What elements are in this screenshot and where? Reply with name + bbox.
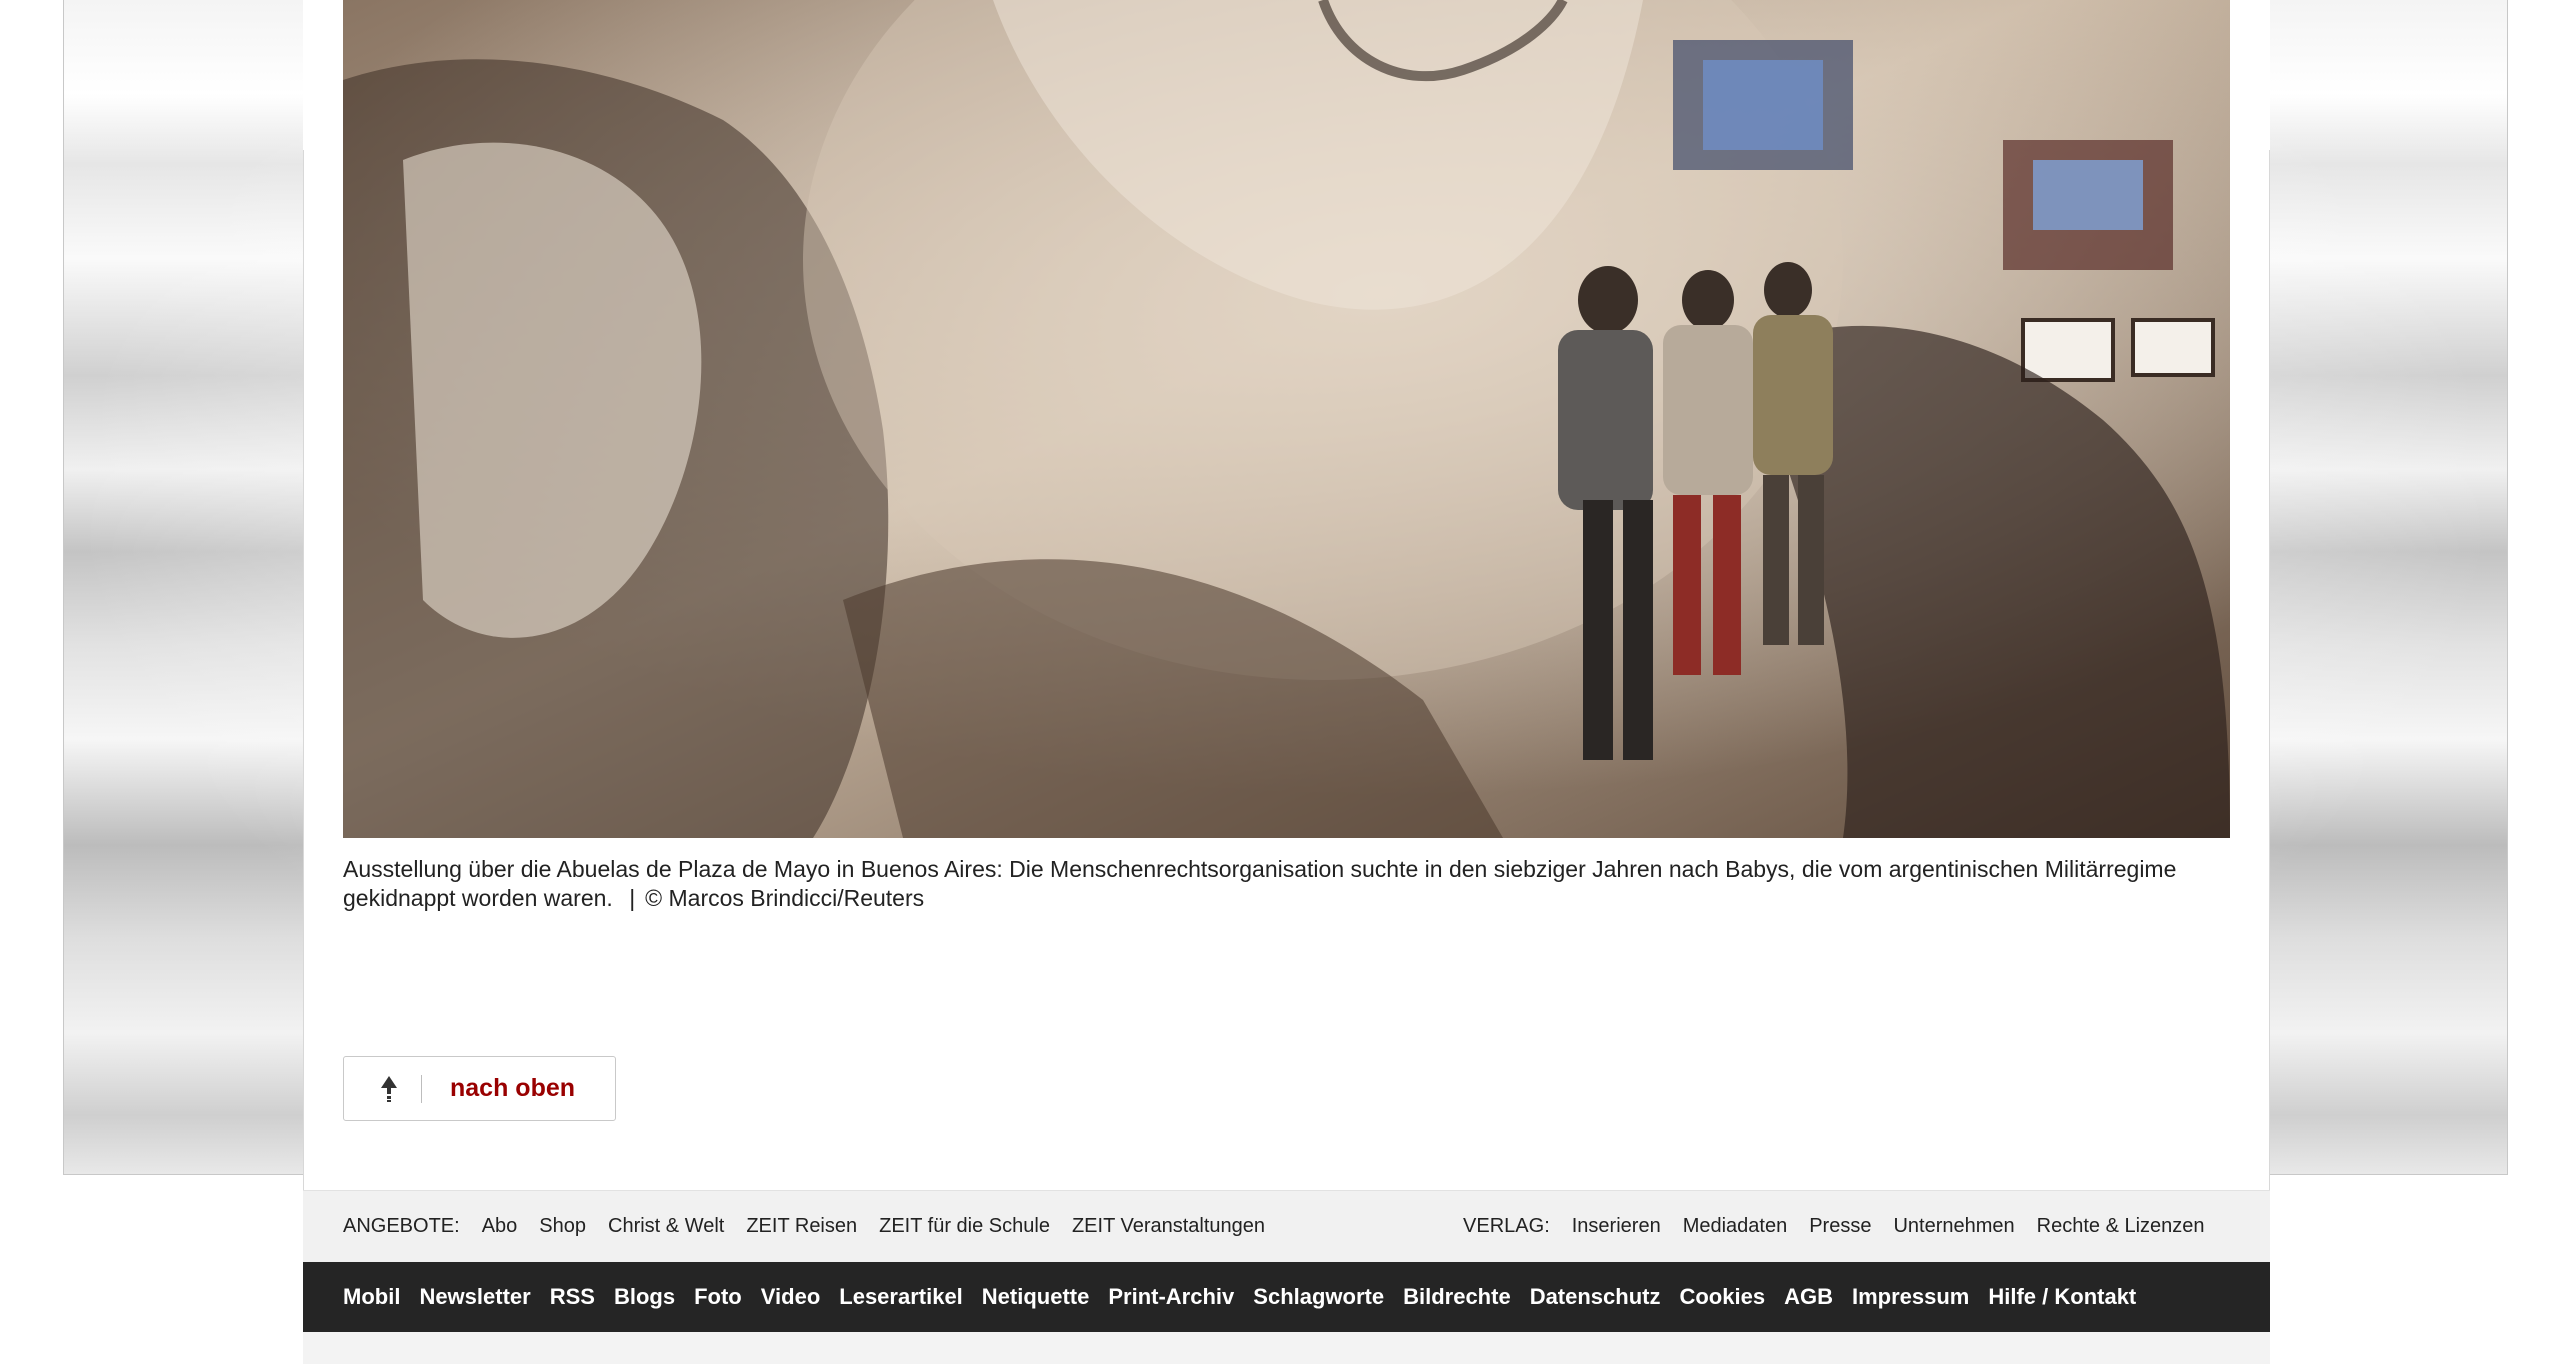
photo-caption: Ausstellung über die Abuelas de Plaza de… — [343, 855, 2230, 913]
footer-link-unternehmen[interactable]: Unternehmen — [1893, 1215, 2014, 1238]
back-to-top-button[interactable]: nach oben — [343, 1056, 616, 1121]
button-divider — [421, 1074, 422, 1103]
footer-nav-cookies[interactable]: Cookies — [1679, 1284, 1765, 1310]
footer-link-rechte-lizenzen[interactable]: Rechte & Lizenzen — [2037, 1215, 2205, 1238]
footer-main-nav: Mobil Newsletter RSS Blogs Foto Video Le… — [303, 1262, 2270, 1332]
caption-credit: © Marcos Brindicci/Reuters — [645, 885, 925, 911]
footer-nav-hilfe-kontakt[interactable]: Hilfe / Kontakt — [1988, 1284, 2136, 1310]
arrow-up-icon — [372, 1072, 406, 1106]
footer-link-zeit-schule[interactable]: ZEIT für die Schule — [879, 1215, 1050, 1238]
footer-nav-mobil[interactable]: Mobil — [343, 1284, 400, 1310]
footer-bottom-strip — [303, 1332, 2270, 1364]
caption-separator: | — [629, 885, 636, 911]
footer-link-zeit-veranstaltungen[interactable]: ZEIT Veranstaltungen — [1072, 1215, 1265, 1238]
footer-link-presse[interactable]: Presse — [1809, 1215, 1871, 1238]
arrow-up-icon-svg — [381, 1075, 397, 1102]
caption-text: Ausstellung über die Abuelas de Plaza de… — [343, 856, 2177, 911]
footer-links-bar: ANGEBOTE: Abo Shop Christ & Welt ZEIT Re… — [303, 1190, 2270, 1262]
footer-nav-blogs[interactable]: Blogs — [614, 1284, 675, 1310]
footer-offers-group: ANGEBOTE: Abo Shop Christ & Welt ZEIT Re… — [343, 1215, 1287, 1238]
footer-nav-newsletter[interactable]: Newsletter — [419, 1284, 530, 1310]
footer-nav-bildrechte[interactable]: Bildrechte — [1403, 1284, 1511, 1310]
article-photo — [343, 0, 2230, 838]
footer-nav-leserartikel[interactable]: Leserartikel — [839, 1284, 963, 1310]
footer-nav-agb[interactable]: AGB — [1784, 1284, 1833, 1310]
footer-link-abo[interactable]: Abo — [482, 1215, 518, 1238]
footer-nav-rss[interactable]: RSS — [550, 1284, 595, 1310]
footer-nav-datenschutz[interactable]: Datenschutz — [1530, 1284, 1661, 1310]
footer-nav-impressum[interactable]: Impressum — [1852, 1284, 1969, 1310]
footer-publisher-group: VERLAG: Inserieren Mediadaten Presse Unt… — [1463, 1215, 2227, 1238]
footer-publisher-title: VERLAG: — [1463, 1215, 1550, 1237]
photo-illustration — [343, 0, 2230, 838]
footer-link-mediadaten[interactable]: Mediadaten — [1683, 1215, 1788, 1238]
footer-nav-video[interactable]: Video — [761, 1284, 821, 1310]
footer-link-inserieren[interactable]: Inserieren — [1572, 1215, 1661, 1238]
footer-nav-netiquette[interactable]: Netiquette — [982, 1284, 1090, 1310]
footer-nav-foto[interactable]: Foto — [694, 1284, 742, 1310]
footer-nav-print-archiv[interactable]: Print-Archiv — [1108, 1284, 1234, 1310]
footer-link-shop[interactable]: Shop — [539, 1215, 586, 1238]
footer-nav-schlagworte[interactable]: Schlagworte — [1253, 1284, 1384, 1310]
footer-link-zeit-reisen[interactable]: ZEIT Reisen — [746, 1215, 857, 1238]
footer-offers-title: ANGEBOTE: — [343, 1215, 460, 1237]
back-to-top-label: nach oben — [450, 1074, 576, 1102]
footer-link-christ-welt[interactable]: Christ & Welt — [608, 1215, 724, 1238]
